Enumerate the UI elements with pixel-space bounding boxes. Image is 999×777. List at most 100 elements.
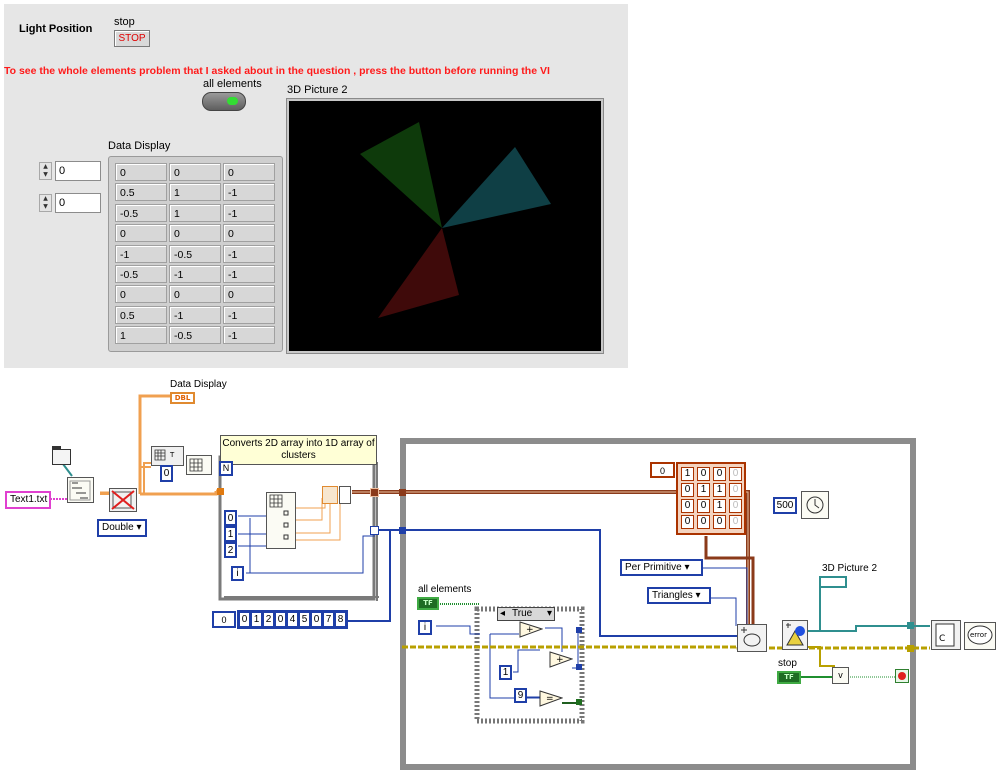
matrix-index[interactable]: 0: [650, 462, 675, 478]
table-cell[interactable]: -1: [223, 244, 275, 263]
table-cell[interactable]: 0: [115, 163, 167, 181]
const-zero[interactable]: 0: [160, 465, 173, 482]
loop-condition-icon[interactable]: [895, 669, 909, 683]
matrix-cell[interactable]: 1: [713, 483, 726, 497]
array-size-node[interactable]: T: [151, 446, 184, 466]
table-cell[interactable]: -1: [223, 265, 275, 283]
add-node-2[interactable]: +: [549, 651, 574, 668]
array-element[interactable]: 4: [287, 612, 298, 627]
table-cell[interactable]: 0: [169, 285, 221, 304]
table-cell[interactable]: 0: [169, 224, 221, 243]
set-drawable-node[interactable]: [782, 620, 808, 650]
table-cell[interactable]: -1: [223, 305, 275, 324]
index-const-1[interactable]: 1: [224, 526, 237, 542]
col-index-field[interactable]: 0: [55, 193, 101, 213]
const-nine[interactable]: 9: [514, 688, 527, 703]
3d-picture[interactable]: [286, 98, 604, 354]
table-cell[interactable]: 0.5: [115, 305, 167, 324]
error-handler-node[interactable]: error: [964, 622, 996, 650]
table-cell[interactable]: -1: [223, 326, 275, 345]
table-cell[interactable]: -1: [115, 244, 167, 263]
table-cell[interactable]: -1: [169, 265, 221, 283]
col-index-spinner[interactable]: ▲ ▼: [39, 194, 52, 212]
array-element[interactable]: 0: [311, 612, 322, 627]
n-terminal[interactable]: N: [219, 461, 233, 476]
add-node-1[interactable]: +: [519, 621, 544, 638]
array-element[interactable]: 1: [251, 612, 262, 627]
table-cell[interactable]: -0.5: [115, 203, 167, 222]
triangles-enum[interactable]: Triangles ▾: [647, 587, 711, 604]
matrix-cell[interactable]: 0: [729, 515, 742, 529]
all-elements-terminal[interactable]: TF: [417, 597, 439, 610]
equal-node[interactable]: =: [539, 690, 564, 707]
array-constant-index[interactable]: 0: [212, 611, 236, 628]
matrix-cell[interactable]: 0: [729, 467, 742, 481]
all-elements-toggle[interactable]: [202, 92, 246, 111]
array-element[interactable]: 0: [275, 612, 286, 627]
or-node[interactable]: v: [832, 667, 849, 684]
table-cell[interactable]: 0.5: [115, 183, 167, 202]
matrix-cell[interactable]: 0: [713, 515, 726, 529]
build-array-node[interactable]: [339, 486, 351, 504]
matrix-cell[interactable]: 0: [729, 483, 742, 497]
create-mesh-node[interactable]: [737, 624, 767, 652]
table-cell[interactable]: 0: [115, 285, 167, 304]
matrix-cell[interactable]: 0: [713, 467, 726, 481]
matrix-cell[interactable]: 1: [713, 499, 726, 513]
table-cell[interactable]: -1: [169, 305, 221, 324]
table-cell[interactable]: -0.5: [169, 326, 221, 345]
bundle-node[interactable]: [322, 486, 338, 504]
matrix-cell[interactable]: 0: [697, 467, 710, 481]
matrix-cell[interactable]: 0: [681, 499, 694, 513]
i-terminal[interactable]: i: [231, 566, 244, 581]
table-cell[interactable]: 1: [115, 326, 167, 345]
matrix-cell[interactable]: 0: [729, 499, 742, 513]
array-element[interactable]: 0: [239, 612, 250, 627]
double-selector[interactable]: Double ▾: [97, 519, 147, 537]
matrix-cell[interactable]: 0: [697, 515, 710, 529]
table-cell[interactable]: 0: [115, 224, 167, 243]
table-cell[interactable]: 0: [223, 163, 275, 181]
index-const-2[interactable]: 2: [224, 542, 237, 558]
matrix-constant[interactable]: 1000011000100000: [676, 462, 746, 535]
data-display-terminal[interactable]: DBL: [170, 392, 195, 404]
case-prev-icon[interactable]: ◂: [500, 608, 505, 620]
table-cell[interactable]: -0.5: [115, 265, 167, 283]
case-next-icon[interactable]: ▾: [547, 608, 552, 620]
case-selector[interactable]: ◂ True ▾: [497, 607, 555, 621]
table-cell[interactable]: 0: [223, 224, 275, 243]
const-one[interactable]: 1: [499, 665, 512, 680]
matrix-cell[interactable]: 1: [681, 467, 694, 481]
per-primitive-enum[interactable]: Per Primitive ▾: [620, 559, 703, 576]
index-const-0[interactable]: 0: [224, 510, 237, 526]
matrix-cell[interactable]: 0: [681, 483, 694, 497]
table-cell[interactable]: 0: [223, 285, 275, 304]
table-cell[interactable]: 0: [169, 163, 221, 181]
array-element[interactable]: 5: [299, 612, 310, 627]
table-cell[interactable]: 1: [169, 203, 221, 222]
matrix-cell[interactable]: 0: [681, 515, 694, 529]
folder-icon[interactable]: [52, 446, 71, 465]
table-cell[interactable]: -0.5: [169, 244, 221, 263]
3d-picture-terminal[interactable]: [819, 576, 847, 588]
table-cell[interactable]: 1: [169, 183, 221, 202]
array-constant[interactable]: 012045078: [237, 610, 348, 629]
array-element[interactable]: 2: [263, 612, 274, 627]
row-index-field[interactable]: 0: [55, 161, 101, 181]
row-index-spinner[interactable]: ▲ ▼: [39, 162, 52, 180]
index-array-node[interactable]: [186, 455, 212, 475]
array-element[interactable]: 8: [335, 612, 346, 627]
matrix-cell[interactable]: 0: [697, 499, 710, 513]
stop-terminal[interactable]: TF: [777, 671, 801, 684]
close-file-node[interactable]: C: [931, 620, 961, 650]
matrix-cell[interactable]: 1: [697, 483, 710, 497]
stop-button[interactable]: STOP: [114, 30, 150, 47]
table-cell[interactable]: -1: [223, 183, 275, 202]
read-spreadsheet-node[interactable]: [67, 477, 94, 503]
index-array-multi-node[interactable]: [266, 492, 296, 549]
file-path-constant[interactable]: Text1.txt: [5, 491, 51, 509]
while-i-terminal[interactable]: i: [418, 620, 432, 635]
array-element[interactable]: 7: [323, 612, 334, 627]
table-cell[interactable]: -1: [223, 203, 275, 222]
wait-ms-const[interactable]: 500: [773, 497, 797, 514]
